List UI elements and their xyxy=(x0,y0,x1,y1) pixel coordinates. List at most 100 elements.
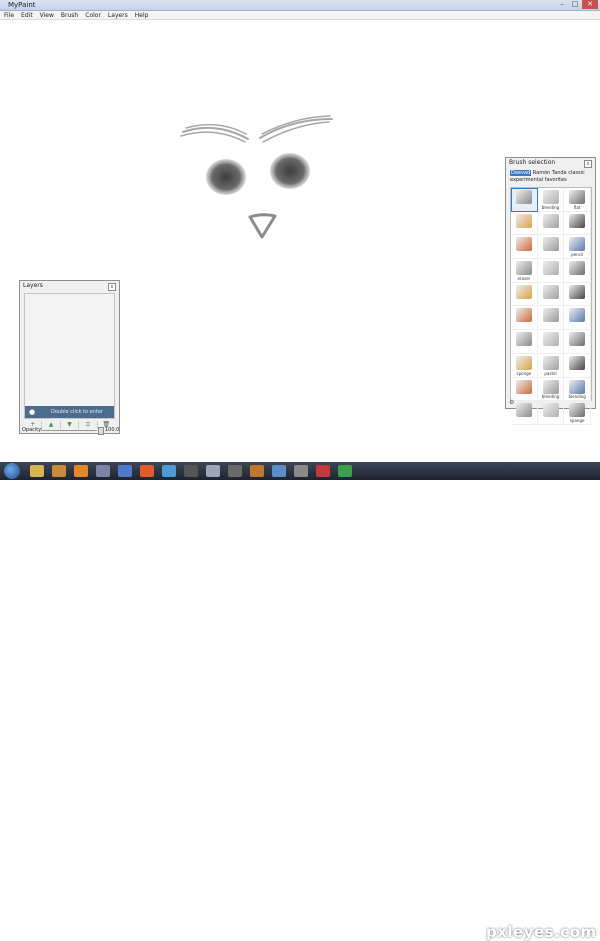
brush-cell[interactable] xyxy=(564,330,591,354)
brush-thumbnail xyxy=(569,213,586,228)
tab-classic[interactable]: classic xyxy=(568,170,585,176)
opacity-row: Opacity: 100.0 xyxy=(22,426,119,435)
layer-row[interactable]: ● Double click to enter name xyxy=(25,406,114,423)
brush-cell[interactable]: pastel xyxy=(537,353,565,378)
brush-cell[interactable] xyxy=(537,401,565,425)
left-eye xyxy=(206,159,246,195)
brush-cell[interactable] xyxy=(511,188,538,212)
brush-cell[interactable]: flat xyxy=(564,188,591,212)
mypaint-icon[interactable] xyxy=(206,465,220,477)
left-eyebrow xyxy=(180,123,249,143)
brush-cell[interactable] xyxy=(511,377,538,402)
brush-cell[interactable]: eraser xyxy=(511,259,538,283)
brush-cell[interactable] xyxy=(564,259,591,283)
brush-cell[interactable] xyxy=(537,306,565,331)
brush-cell[interactable] xyxy=(511,401,538,425)
brush-cell[interactable] xyxy=(537,235,565,260)
taskbar-icons xyxy=(30,465,352,477)
brush-cell[interactable] xyxy=(511,306,538,331)
brush-label: flat xyxy=(573,204,581,210)
brush-thumbnail xyxy=(569,237,586,252)
app-icon-7[interactable] xyxy=(338,465,352,477)
tab-deevad[interactable]: Deevad xyxy=(510,170,532,176)
opacity-label: Opacity: xyxy=(22,427,43,433)
brush-cell[interactable] xyxy=(511,330,538,354)
opacity-slider-handle[interactable] xyxy=(98,427,104,435)
start-button[interactable] xyxy=(4,463,20,479)
app-icon[interactable] xyxy=(96,465,110,477)
brush-cell[interactable]: sponge xyxy=(564,401,591,425)
brush-thumbnail xyxy=(569,403,586,418)
menu-color[interactable]: Color xyxy=(85,11,101,19)
window-icon[interactable] xyxy=(184,465,198,477)
brush-cell[interactable]: sponge xyxy=(511,353,538,378)
brush-thumbnail xyxy=(569,261,586,276)
chrome-icon[interactable] xyxy=(162,465,176,477)
brush-cell[interactable] xyxy=(511,282,538,307)
brush-cell[interactable] xyxy=(564,282,591,307)
opacity-slider[interactable] xyxy=(42,430,97,431)
menu-brush[interactable]: Brush xyxy=(61,11,78,19)
brush-cell[interactable]: blending xyxy=(564,377,591,402)
brush-label: blending xyxy=(541,204,560,210)
brush-cell[interactable] xyxy=(537,330,565,354)
window-controls: – □ ✕ xyxy=(556,0,598,9)
brush-cell[interactable] xyxy=(511,235,538,260)
brush-thumbnail xyxy=(542,213,559,228)
eye-icon[interactable]: ● xyxy=(29,408,37,416)
app-icon-5[interactable] xyxy=(294,465,308,477)
brush-cell[interactable] xyxy=(537,282,565,307)
tab-tanda[interactable]: Tanda xyxy=(552,170,567,176)
brush-grid: blending flat pencil eraser sponge pastel blen… xyxy=(510,187,592,425)
layers-close-icon[interactable]: x xyxy=(108,283,116,291)
tab-favorites[interactable]: favorites xyxy=(545,177,567,183)
brush-cell[interactable] xyxy=(564,306,591,331)
taskbar: pxleyes.com xyxy=(0,462,600,941)
brush-thumbnail xyxy=(569,308,586,323)
layers-panel: Layers x ● Double click to enter name + … xyxy=(19,280,120,435)
minimize-button[interactable]: – xyxy=(556,0,568,9)
brush-thumbnail xyxy=(516,379,532,394)
right-eye xyxy=(270,153,310,189)
brush-thumbnail xyxy=(516,237,532,252)
menu-view[interactable]: View xyxy=(40,11,54,19)
app-icon-2[interactable] xyxy=(228,465,242,477)
tab-ramon[interactable]: Ramón xyxy=(533,170,551,176)
brush-cell[interactable]: blending xyxy=(537,188,565,212)
menu-edit[interactable]: Edit xyxy=(21,11,33,19)
close-button[interactable]: ✕ xyxy=(582,0,598,9)
layers-list[interactable]: ● Double click to enter name xyxy=(24,293,115,423)
brush-thumbnail xyxy=(542,190,559,204)
gear-icon[interactable]: ⚙ xyxy=(509,399,514,406)
menu-layers[interactable]: Layers xyxy=(108,11,128,19)
brush-thumbnail xyxy=(516,332,532,347)
title-bar: MyPaint – □ ✕ xyxy=(0,0,600,11)
brush-cell[interactable] xyxy=(564,353,591,378)
app-icon-3[interactable] xyxy=(250,465,264,477)
brush-label: pastel xyxy=(544,370,557,376)
app-icon-4[interactable] xyxy=(272,465,286,477)
app-icon-6[interactable] xyxy=(316,465,330,477)
brush-close-icon[interactable]: x xyxy=(584,160,592,168)
folder-icon[interactable] xyxy=(30,465,44,477)
menu-file[interactable]: File xyxy=(4,11,14,19)
brush-thumbnail xyxy=(516,355,532,370)
brush-cell[interactable] xyxy=(564,211,591,236)
vlc-icon[interactable] xyxy=(74,465,88,477)
brush-thumbnail xyxy=(569,190,586,204)
media-icon[interactable] xyxy=(52,465,66,477)
brush-label: blending xyxy=(541,394,560,400)
maximize-button[interactable]: □ xyxy=(569,0,581,9)
brush-cell[interactable] xyxy=(537,259,565,283)
brush-label: sponge xyxy=(516,370,532,376)
menu-help[interactable]: Help xyxy=(135,11,149,19)
firefox-icon[interactable] xyxy=(140,465,154,477)
brush-cell[interactable]: blending xyxy=(537,377,565,402)
brush-panel-title: Brush selection xyxy=(509,159,556,166)
brush-label: sponge xyxy=(569,417,585,423)
tab-experimental[interactable]: experimental xyxy=(510,177,543,183)
brush-cell[interactable] xyxy=(537,211,565,236)
brush-cell[interactable] xyxy=(511,211,538,236)
browser-icon[interactable] xyxy=(118,465,132,477)
brush-cell[interactable]: pencil xyxy=(564,235,591,260)
